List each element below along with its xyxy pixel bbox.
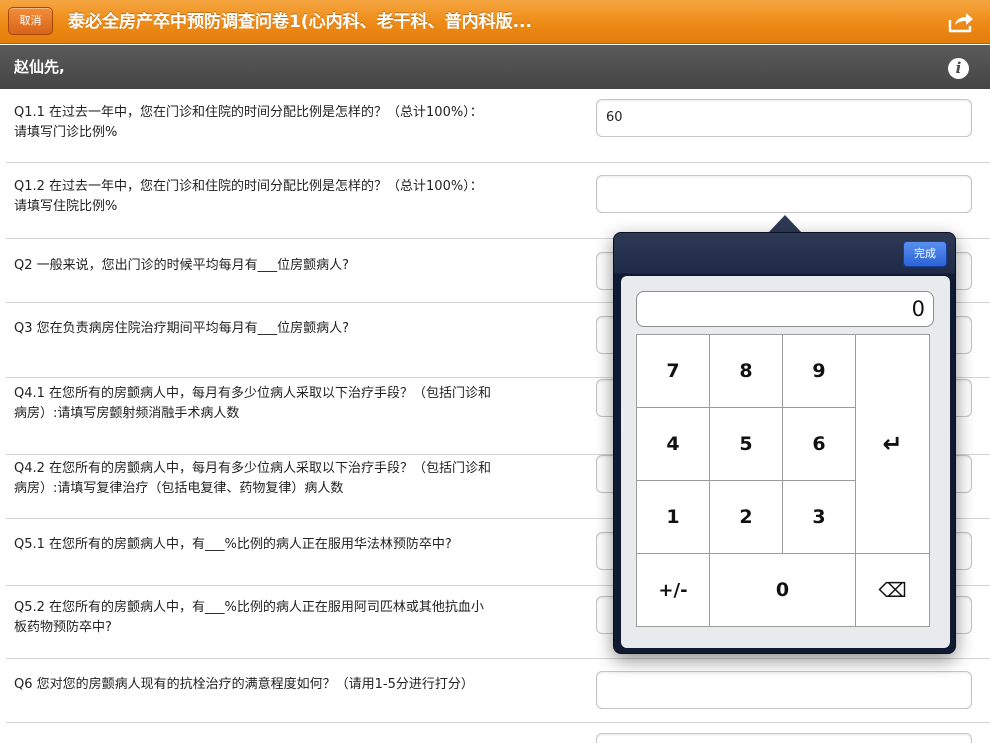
popover-arrow bbox=[768, 215, 802, 233]
return-arrow-icon: ↵ bbox=[882, 430, 903, 458]
question-text: Q5.1 在您所有的房颤病人中，有___%比例的病人正在服用华法林预防卒中? bbox=[14, 535, 584, 555]
question-text: Q6 您对您的房颤病人现有的抗栓治疗的满意程度如何？（请用1-5分进行打分） bbox=[14, 675, 584, 695]
key-4[interactable]: 4 bbox=[636, 407, 710, 481]
question-line-2: 板药物预防卒中? bbox=[14, 620, 112, 635]
key-6[interactable]: 6 bbox=[782, 407, 856, 481]
keypad: 0 7 8 9 4 5 6 1 2 3 ↵ +/- 0 ⌫ bbox=[621, 276, 950, 648]
sign-toggle-key[interactable]: +/- bbox=[636, 553, 710, 627]
done-button[interactable]: 完成 bbox=[903, 241, 947, 267]
survey-title: 泰必全房产卒中预防调查问卷1(心内科、老干科、普内科版... bbox=[68, 12, 532, 32]
backspace-icon: ⌫ bbox=[878, 578, 907, 602]
answer-input[interactable] bbox=[596, 175, 972, 213]
answer-input[interactable] bbox=[596, 733, 972, 743]
question-text: Q4.1 在您所有的房颤病人中，每月有多少位病人采取以下治疗手段？（包括门诊和 … bbox=[14, 384, 584, 424]
key-1[interactable]: 1 bbox=[636, 480, 710, 554]
question-line-1: Q4.2 在您所有的房颤病人中，每月有多少位病人采取以下治疗手段？（包括门诊和 bbox=[14, 461, 492, 476]
question-line-2: 病房）:请填写复律治疗（包括电复律、药物复律）病人数 bbox=[14, 481, 344, 496]
question-row-q6: Q6 您对您的房颤病人现有的抗栓治疗的满意程度如何？（请用1-5分进行打分） bbox=[6, 659, 990, 723]
key-0[interactable]: 0 bbox=[709, 553, 856, 627]
question-line-1: Q5.1 在您所有的房颤病人中，有___%比例的病人正在服用华法林预防卒中? bbox=[14, 537, 452, 552]
key-5[interactable]: 5 bbox=[709, 407, 783, 481]
key-2[interactable]: 2 bbox=[709, 480, 783, 554]
question-line-1: Q1.2 在过去一年中，您在门诊和住院的时间分配比例是怎样的？（总计100%）： bbox=[14, 179, 483, 194]
question-line-1: Q1.1 在过去一年中，您在门诊和住院的时间分配比例是怎样的？（总计100%）： bbox=[14, 105, 483, 120]
answer-input[interactable] bbox=[596, 671, 972, 709]
cancel-button[interactable]: 取消 bbox=[8, 7, 53, 35]
enter-key[interactable]: ↵ bbox=[855, 334, 930, 554]
question-line-1: Q3 您在负责病房住院治疗期间平均每月有___位房颤病人? bbox=[14, 321, 350, 336]
question-text: Q4.2 在您所有的房颤病人中，每月有多少位病人采取以下治疗手段？（包括门诊和 … bbox=[14, 459, 584, 499]
greeting-bar: 赵仙先, i bbox=[0, 45, 990, 89]
key-3[interactable]: 3 bbox=[782, 480, 856, 554]
key-9[interactable]: 9 bbox=[782, 334, 856, 408]
question-text: Q2 一般来说，您出门诊的时候平均每月有___位房颤病人? bbox=[14, 256, 584, 276]
question-line-2: 病房）:请填写房颤射频消融手术病人数 bbox=[14, 406, 240, 421]
title-bar: 取消 泰必全房产卒中预防调查问卷1(心内科、老干科、普内科版... bbox=[0, 0, 990, 44]
question-line-1: Q6 您对您的房颤病人现有的抗栓治疗的满意程度如何？（请用1-5分进行打分） bbox=[14, 677, 474, 692]
question-line-2: 请填写门诊比例% bbox=[14, 125, 118, 140]
numeric-keypad-popover: 完成 0 7 8 9 4 5 6 1 2 3 ↵ +/- 0 ⌫ bbox=[613, 232, 956, 654]
backspace-key[interactable]: ⌫ bbox=[855, 553, 930, 627]
share-icon[interactable] bbox=[948, 11, 974, 33]
question-line-1: Q2 一般来说，您出门诊的时候平均每月有___位房颤病人? bbox=[14, 258, 350, 273]
question-row-q1-2: Q1.2 在过去一年中，您在门诊和住院的时间分配比例是怎样的？（总计100%）：… bbox=[6, 163, 990, 239]
question-line-1: Q5.2 在您所有的房颤病人中，有___%比例的病人正在服用阿司匹林或其他抗血小 bbox=[14, 600, 484, 615]
question-text: Q5.2 在您所有的房颤病人中，有___%比例的病人正在服用阿司匹林或其他抗血小… bbox=[14, 598, 584, 638]
question-line-2: 请填写住院比例% bbox=[14, 199, 118, 214]
question-row-q1-1: Q1.1 在过去一年中，您在门诊和住院的时间分配比例是怎样的？（总计100%）：… bbox=[6, 89, 990, 163]
question-row-partial bbox=[6, 723, 990, 743]
question-text: Q1.1 在过去一年中，您在门诊和住院的时间分配比例是怎样的？（总计100%）：… bbox=[14, 103, 584, 143]
keypad-display: 0 bbox=[636, 291, 934, 327]
greeting-text: 赵仙先, bbox=[14, 58, 65, 76]
answer-input[interactable]: 60 bbox=[596, 99, 972, 137]
key-8[interactable]: 8 bbox=[709, 334, 783, 408]
info-icon[interactable]: i bbox=[948, 58, 969, 79]
question-text: Q1.2 在过去一年中，您在门诊和住院的时间分配比例是怎样的？（总计100%）：… bbox=[14, 177, 584, 217]
question-line-1: Q4.1 在您所有的房颤病人中，每月有多少位病人采取以下治疗手段？（包括门诊和 bbox=[14, 386, 492, 401]
question-text: Q3 您在负责病房住院治疗期间平均每月有___位房颤病人? bbox=[14, 319, 584, 339]
key-7[interactable]: 7 bbox=[636, 334, 710, 408]
